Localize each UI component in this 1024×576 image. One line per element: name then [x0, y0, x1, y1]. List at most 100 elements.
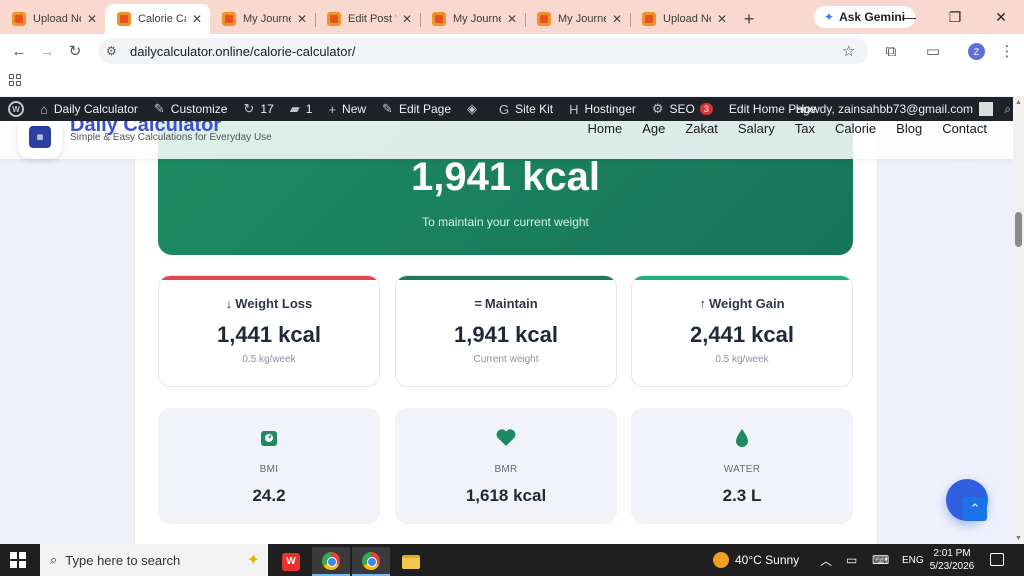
wp-edit-page-link[interactable]: ✎ Edit Page	[374, 97, 459, 121]
close-tab-icon[interactable]: ✕	[610, 12, 624, 26]
cast-icon[interactable]: ▭	[922, 40, 944, 62]
close-window-button[interactable]: ✕	[978, 0, 1024, 34]
apps-grid-icon[interactable]	[9, 74, 21, 86]
dashboard-icon: ⌂	[40, 101, 48, 117]
nav-salary[interactable]: Salary	[738, 121, 775, 136]
taskbar-search-box[interactable]: ⌕ Type here to search ✦	[40, 544, 268, 576]
browser-menu-icon[interactable]: ⋮	[996, 40, 1018, 62]
wp-site-kit-link[interactable]: G Site Kit	[491, 97, 561, 121]
restore-window-button[interactable]: ❐	[932, 0, 978, 34]
keyboard-icon[interactable]: ⌨	[872, 544, 889, 576]
goal-title: ↓ Weight Loss	[225, 296, 313, 311]
chrome-taskbar-icon[interactable]	[312, 547, 350, 576]
wps-office-taskbar-icon[interactable]: W	[272, 547, 310, 576]
scroll-up-arrow-icon[interactable]: ▲	[1015, 99, 1022, 106]
seo-notification-badge: 3	[699, 103, 713, 115]
notifications-icon[interactable]	[990, 553, 1004, 566]
nav-age[interactable]: Age	[642, 121, 665, 136]
nav-home[interactable]: Home	[588, 121, 623, 136]
goal-note: 0.5 kg/week	[242, 354, 296, 365]
wp-seo-link[interactable]: ⚙ SEO 3	[644, 97, 721, 121]
goal-card-maintain: = Maintain 1,941 kcal Current weight	[395, 275, 617, 387]
goal-card-weight-loss: ↓ Weight Loss 1,441 kcal 0.5 kg/week	[158, 275, 380, 387]
wordpress-logo-button[interactable]: W	[0, 97, 32, 121]
browser-tab[interactable]: My Journey✕	[525, 4, 631, 34]
bookmark-star-icon[interactable]: ☆	[842, 42, 868, 60]
nav-contact[interactable]: Contact	[942, 121, 987, 136]
minimize-window-button[interactable]: —	[886, 0, 932, 34]
site-favicon-icon	[537, 12, 551, 26]
scrollbar-thumb[interactable]	[1015, 212, 1022, 247]
sun-icon	[713, 552, 729, 568]
browser-tab[interactable]: Edit Post "I✕	[315, 4, 421, 34]
browser-tab-active[interactable]: Calorie Cal✕	[105, 4, 210, 34]
scroll-down-arrow-icon[interactable]: ▼	[1015, 535, 1022, 542]
goal-note: 0.5 kg/week	[715, 354, 769, 365]
site-favicon-icon	[642, 12, 656, 26]
metric-value: 24.2	[252, 486, 286, 505]
site-header: ▦ Daily Calculator Simple & Easy Calcula…	[0, 121, 1013, 159]
chrome-profile-taskbar-icon[interactable]	[352, 547, 390, 576]
site-favicon-icon	[117, 12, 131, 26]
profile-avatar[interactable]: Z	[968, 43, 985, 60]
browser-tab[interactable]: My Journey✕	[210, 4, 316, 34]
wp-new-link[interactable]: + New	[320, 97, 374, 121]
page-scrollbar[interactable]: ▲ ▼	[1013, 97, 1024, 544]
file-explorer-taskbar-icon[interactable]	[392, 547, 430, 576]
metric-card-bmr: BMR 1,618 kcal	[395, 408, 617, 524]
language-indicator[interactable]: ENG	[902, 544, 924, 576]
wp-site-name-link[interactable]: ⌂ Daily Calculator	[32, 97, 146, 121]
extensions-puzzle-icon[interactable]: ⧉	[880, 40, 902, 62]
nav-blog[interactable]: Blog	[896, 121, 922, 136]
url-text[interactable]: dailycalculator.online/calorie-calculato…	[130, 44, 842, 59]
wp-account-menu[interactable]: Howdy, zainsahbb73@gmail.com	[796, 97, 993, 121]
wp-updates-link[interactable]: ↻ 17	[235, 97, 281, 121]
browser-tab[interactable]: My Journey✕	[420, 4, 526, 34]
goal-title: = Maintain	[474, 296, 538, 311]
page-content: 1,941 kcal To maintain your current weig…	[0, 121, 1013, 544]
address-bar[interactable]: ⚙ dailycalculator.online/calorie-calcula…	[98, 38, 868, 64]
nav-calorie[interactable]: Calorie	[835, 121, 876, 136]
weather-widget[interactable]: 40°C Sunny	[713, 544, 799, 576]
wp-customize-link[interactable]: ✎ Customize	[146, 97, 236, 121]
site-favicon-icon	[222, 12, 236, 26]
new-tab-button[interactable]: +	[735, 4, 763, 34]
goal-accent-bar	[396, 276, 616, 280]
close-tab-icon[interactable]: ✕	[715, 12, 729, 26]
browser-tab[interactable]: Upload Ne ✕	[0, 4, 106, 34]
close-tab-icon[interactable]: ✕	[505, 12, 519, 26]
forward-arrow-icon[interactable]: →	[36, 40, 58, 62]
show-hidden-icons-chevron-icon[interactable]: ︿	[820, 544, 832, 576]
taskbar-clock[interactable]: 2:01 PM 5/23/2026	[926, 547, 978, 573]
goal-value: 1,441 kcal	[217, 322, 321, 347]
search-icon[interactable]: ⌕	[1004, 102, 1011, 117]
close-tab-icon[interactable]: ✕	[85, 12, 99, 26]
hostinger-icon: H	[569, 101, 579, 117]
wp-diamond-plugin-link[interactable]: ◈	[459, 97, 491, 121]
search-highlight-icon: ✦	[246, 552, 260, 569]
network-icon[interactable]: ▭	[846, 544, 857, 576]
nav-zakat[interactable]: Zakat	[685, 121, 718, 136]
close-tab-icon[interactable]: ✕	[295, 12, 309, 26]
back-arrow-icon[interactable]: ←	[8, 40, 30, 62]
windows-start-icon[interactable]	[10, 552, 26, 568]
site-info-icon[interactable]: ⚙	[106, 44, 130, 58]
site-favicon-icon	[12, 12, 26, 26]
browser-tab[interactable]: Upload Ne ✕	[630, 4, 735, 34]
wp-admin-bar: W ⌂ Daily Calculator ✎ Customize ↻ 17 ▰ 1 + N…	[0, 97, 1013, 121]
reload-icon[interactable]: ↻	[64, 40, 86, 62]
goal-title: ↑ Weight Gain	[699, 296, 785, 311]
bookmarks-bar	[0, 68, 1024, 96]
wp-comments-link[interactable]: ▰ 1	[282, 97, 321, 121]
close-tab-icon[interactable]: ✕	[190, 12, 204, 26]
wp-hostinger-link[interactable]: H Hostinger	[561, 97, 644, 121]
user-avatar	[979, 102, 993, 116]
paintbrush-icon: ✎	[153, 101, 165, 116]
updates-icon: ↻	[243, 101, 255, 116]
site-logo[interactable]: ▦	[18, 121, 62, 159]
scroll-to-top-button[interactable]: ⌃	[963, 497, 987, 521]
windows-taskbar: ⌕ Type here to search ✦ W 40°C Sunny ︿ ▭…	[0, 544, 1024, 576]
close-tab-icon[interactable]: ✕	[400, 12, 414, 26]
nav-tax[interactable]: Tax	[795, 121, 815, 136]
down-arrow-icon: ↓	[225, 296, 233, 311]
